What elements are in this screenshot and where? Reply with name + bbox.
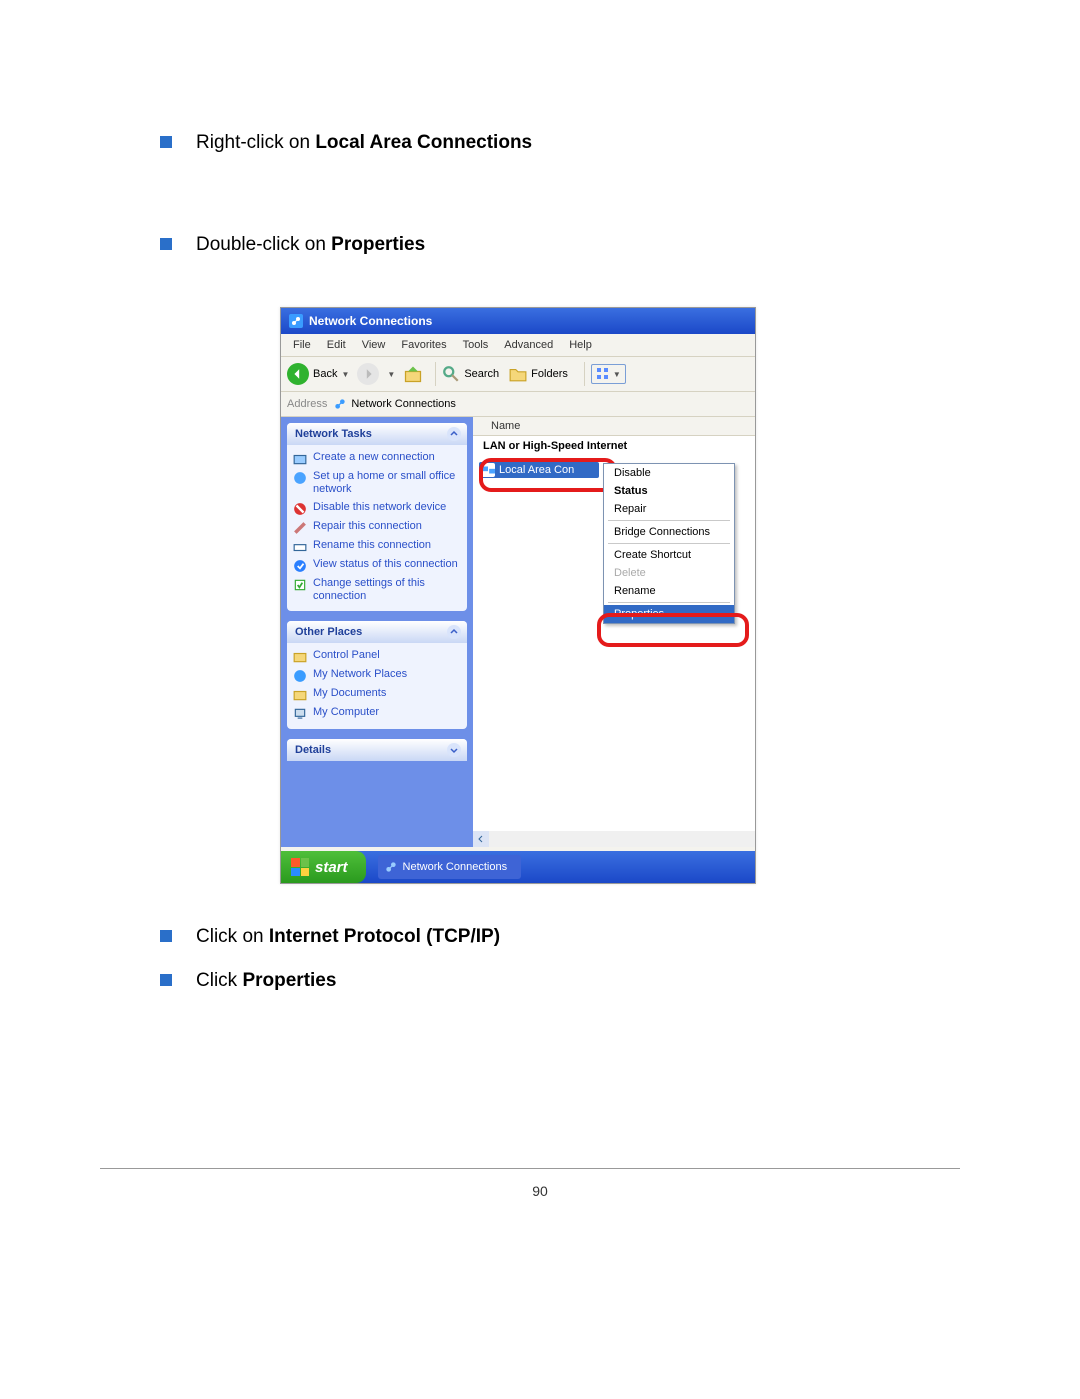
windows-logo-icon: [291, 858, 309, 876]
back-button-icon[interactable]: [287, 363, 309, 385]
forward-dropdown-icon: ▼: [387, 370, 395, 379]
menu-tools[interactable]: Tools: [455, 339, 497, 351]
ctx-properties[interactable]: Properties: [604, 605, 734, 623]
network-connections-icon: [289, 314, 303, 328]
page-number: 90: [0, 1183, 1080, 1199]
collapse-icon[interactable]: [447, 427, 461, 441]
task-create-connection[interactable]: Create a new connection: [293, 449, 461, 468]
instruction-step-3: Click on Internet Protocol (TCP/IP): [160, 924, 940, 950]
ctx-separator: [608, 543, 730, 544]
ctx-repair[interactable]: Repair: [604, 500, 734, 518]
views-button[interactable]: ▼: [591, 364, 626, 384]
place-my-network[interactable]: My Network Places: [293, 666, 461, 685]
content-pane: Name LAN or High-Speed Internet Local Ar…: [473, 417, 755, 847]
context-menu: Disable Status Repair Bridge Connections…: [603, 463, 735, 624]
menu-view[interactable]: View: [354, 339, 394, 351]
instruction-step-1: Right-click on Local Area Connections: [160, 130, 940, 156]
step2-prefix: Double-click on: [196, 234, 331, 255]
panel-header-network-tasks[interactable]: Network Tasks: [287, 423, 467, 445]
ctx-separator: [608, 520, 730, 521]
screenshot-network-connections: Network Connections File Edit View Favor…: [280, 307, 756, 884]
task-disable-device[interactable]: Disable this network device: [293, 499, 461, 518]
bullet-icon: [160, 930, 172, 942]
ctx-shortcut[interactable]: Create Shortcut: [604, 546, 734, 564]
task-setup-network[interactable]: Set up a home or small office network: [293, 468, 461, 498]
menu-favorites[interactable]: Favorites: [393, 339, 454, 351]
address-label: Address: [287, 398, 327, 410]
step4-prefix: Click: [196, 970, 242, 991]
step1-bold: Local Area Connections: [315, 132, 532, 153]
place-control-panel[interactable]: Control Panel: [293, 647, 461, 666]
panel-details: Details: [287, 739, 467, 761]
menu-help[interactable]: Help: [561, 339, 600, 351]
item-local-area-connection[interactable]: Local Area Con: [479, 462, 599, 478]
collapse-icon[interactable]: [447, 625, 461, 639]
address-bar: Address Network Connections: [281, 392, 755, 417]
expand-icon[interactable]: [447, 743, 461, 757]
up-folder-icon[interactable]: [403, 364, 423, 384]
network-connections-icon: [384, 860, 398, 874]
search-icon[interactable]: [442, 365, 460, 383]
forward-button-icon: [357, 363, 379, 385]
toolbar: Back ▼ ▼ Search Folders ▼: [281, 357, 755, 392]
taskbar-app-button[interactable]: Network Connections: [378, 855, 522, 879]
panel-header-other-places[interactable]: Other Places: [287, 621, 467, 643]
step4-bold: Properties: [242, 970, 336, 991]
address-icon: [333, 397, 347, 411]
address-value[interactable]: Network Connections: [351, 398, 456, 410]
ctx-rename[interactable]: Rename: [604, 582, 734, 600]
instruction-step-4: Click Properties: [160, 968, 940, 994]
place-my-computer[interactable]: My Computer: [293, 704, 461, 723]
horizontal-scrollbar[interactable]: [473, 831, 755, 847]
back-dropdown-icon[interactable]: ▼: [341, 370, 349, 379]
start-button[interactable]: start: [281, 851, 366, 883]
column-header-name[interactable]: Name: [473, 417, 755, 436]
task-change-settings[interactable]: Change settings of this connection: [293, 575, 461, 605]
panel-header-details[interactable]: Details: [287, 739, 467, 761]
ctx-delete: Delete: [604, 564, 734, 582]
ctx-status[interactable]: Status: [604, 482, 734, 500]
folders-icon[interactable]: [509, 365, 527, 383]
menu-edit[interactable]: Edit: [319, 339, 354, 351]
ctx-bridge[interactable]: Bridge Connections: [604, 523, 734, 541]
step3-bold: Internet Protocol (TCP/IP): [269, 926, 500, 947]
step1-prefix: Right-click on: [196, 132, 315, 153]
back-label[interactable]: Back: [313, 368, 337, 380]
search-label[interactable]: Search: [464, 368, 499, 380]
bullet-icon: [160, 136, 172, 148]
chevron-down-icon: ▼: [613, 370, 621, 379]
menu-bar: File Edit View Favorites Tools Advanced …: [281, 334, 755, 357]
task-repair-connection[interactable]: Repair this connection: [293, 518, 461, 537]
ctx-separator: [608, 602, 730, 603]
folders-label[interactable]: Folders: [531, 368, 568, 380]
taskbar: start Network Connections: [281, 851, 755, 883]
menu-advanced[interactable]: Advanced: [496, 339, 561, 351]
panel-network-tasks: Network Tasks Create a new connection Se…: [287, 423, 467, 611]
window-title: Network Connections: [309, 314, 432, 328]
bullet-icon: [160, 238, 172, 250]
footer-rule: [100, 1168, 960, 1169]
step2-bold: Properties: [331, 234, 425, 255]
step3-prefix: Click on: [196, 926, 269, 947]
task-view-status[interactable]: View status of this connection: [293, 556, 461, 575]
bullet-icon: [160, 974, 172, 986]
scroll-left-icon[interactable]: [473, 831, 489, 847]
task-rename-connection[interactable]: Rename this connection: [293, 537, 461, 556]
lan-icon: [481, 463, 495, 477]
menu-file[interactable]: File: [285, 339, 319, 351]
panel-other-places: Other Places Control Panel My Network Pl…: [287, 621, 467, 729]
section-lan: LAN or High-Speed Internet: [473, 436, 755, 456]
instruction-step-2: Double-click on Properties: [160, 232, 940, 258]
place-my-documents[interactable]: My Documents: [293, 685, 461, 704]
ctx-disable[interactable]: Disable: [604, 464, 734, 482]
window-titlebar[interactable]: Network Connections: [281, 308, 755, 334]
sidebar: Network Tasks Create a new connection Se…: [281, 417, 473, 847]
